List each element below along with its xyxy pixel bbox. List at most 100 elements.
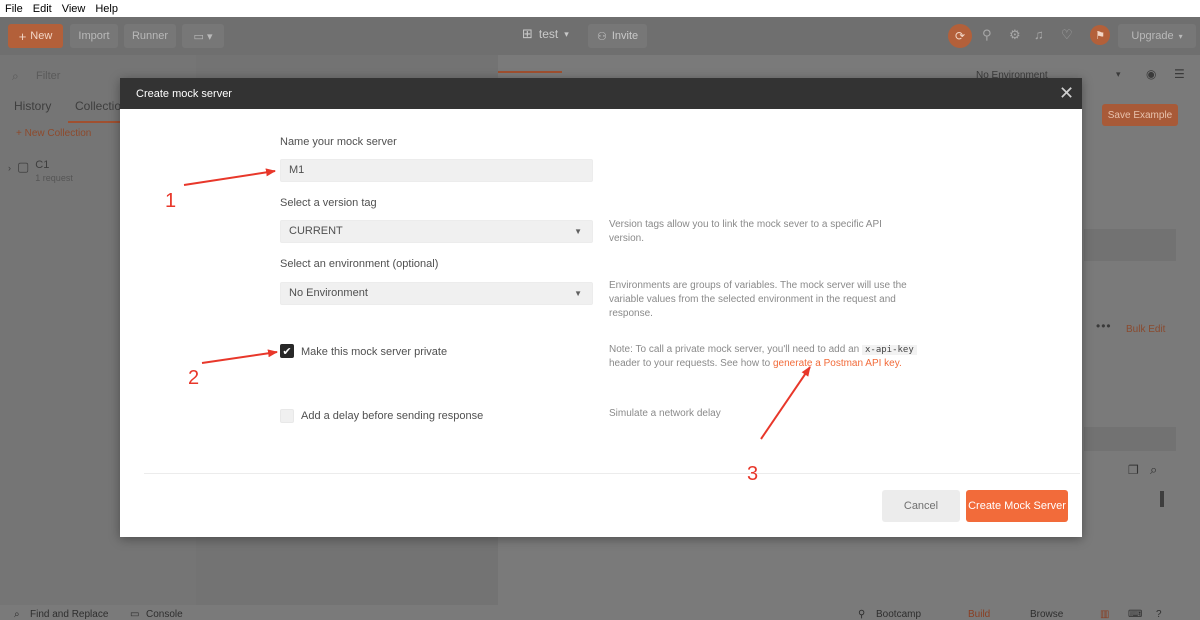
folder-icon: ▢ xyxy=(17,159,30,174)
upgrade-button[interactable]: Upgrade ▾ xyxy=(1118,24,1196,48)
scrollbar[interactable] xyxy=(1160,491,1164,507)
create-mock-server-dialog: Create mock server ✕ Name your mock serv… xyxy=(120,78,1082,537)
console-link[interactable]: Console xyxy=(146,609,183,620)
menu-file[interactable]: File xyxy=(5,3,23,15)
dialog-title: Create mock server xyxy=(136,88,232,100)
sync-icon[interactable]: ⟳ xyxy=(948,24,972,48)
eye-icon[interactable]: ◉ xyxy=(1146,67,1156,81)
save-example-label: Save Example xyxy=(1107,109,1173,121)
chevron-right-icon: › xyxy=(8,163,11,173)
delay-help: Simulate a network delay xyxy=(609,408,721,419)
mock-server-name-value: M1 xyxy=(289,164,305,176)
bootcamp-link[interactable]: Bootcamp xyxy=(876,609,921,620)
more-options-icon[interactable]: ••• xyxy=(1096,319,1112,333)
create-mock-server-button[interactable]: Create Mock Server xyxy=(966,490,1068,522)
browse-tab[interactable]: Browse xyxy=(1030,609,1063,620)
dialog-header: Create mock server ✕ xyxy=(120,78,1082,109)
new-button[interactable]: + New xyxy=(8,24,63,48)
version-tag-value: CURRENT xyxy=(289,225,343,237)
bulk-edit-link[interactable]: Bulk Edit xyxy=(1126,324,1165,335)
private-help-pre: Note: To call a private mock server, you… xyxy=(609,344,860,355)
new-window-button[interactable]: ▭ ▾ xyxy=(182,24,224,48)
private-help: Note: To call a private mock server, you… xyxy=(609,343,929,371)
response-header xyxy=(1084,427,1176,451)
create-mock-server-label: Create Mock Server xyxy=(968,500,1066,512)
menu-edit[interactable]: Edit xyxy=(33,3,52,15)
tab-collections[interactable]: Collectio xyxy=(75,99,121,113)
menu-view[interactable]: View xyxy=(62,3,86,15)
two-pane-icon[interactable]: ▥ xyxy=(1100,609,1109,620)
active-request-tab xyxy=(498,71,562,73)
save-example-button[interactable]: Save Example xyxy=(1102,104,1178,126)
bell-icon[interactable]: ♫ xyxy=(1034,27,1044,42)
upgrade-button-label: Upgrade xyxy=(1131,30,1174,42)
status-bar: ⌕ Find and Replace ▭ Console ⚲ Bootcamp … xyxy=(0,605,1200,620)
invite-button[interactable]: ⚇ Invite xyxy=(588,24,648,48)
avatar[interactable]: ⚑ xyxy=(1090,25,1110,45)
annotation-number-1: 1 xyxy=(165,190,177,212)
cancel-button[interactable]: Cancel xyxy=(882,490,960,522)
new-collection-link[interactable]: + New Collection xyxy=(16,128,91,139)
delay-checkbox[interactable] xyxy=(280,409,294,423)
tab-history[interactable]: History xyxy=(14,99,51,113)
version-tag-help: Version tags allow you to link the mock … xyxy=(609,219,882,244)
find-replace-link[interactable]: Find and Replace xyxy=(30,609,108,620)
version-tag-select[interactable]: CURRENT ▼ xyxy=(280,220,593,243)
environment-help: Environments are groups of variables. Th… xyxy=(609,280,907,319)
generate-api-key-link[interactable]: generate a Postman API key. xyxy=(773,358,902,369)
menu-bar: File Edit View Help xyxy=(0,0,1200,17)
plus-icon: + xyxy=(18,28,27,44)
app-header: + New Import Runner ▭ ▾ ⊞ test ▾ ⚇ Invit… xyxy=(0,17,1200,55)
mock-server-name-input[interactable]: M1 xyxy=(280,159,593,182)
footer-divider xyxy=(144,473,1080,474)
version-tag-label: Select a version tag xyxy=(280,197,377,209)
bootcamp-icon[interactable]: ⚲ xyxy=(858,609,865,620)
help-icon[interactable]: ? xyxy=(1156,609,1162,620)
environment-select-value: No Environment xyxy=(289,287,368,299)
copy-icon[interactable]: ❐ xyxy=(1128,463,1139,477)
console-icon[interactable]: ▭ xyxy=(130,609,139,620)
cancel-button-label: Cancel xyxy=(903,500,939,512)
workspace-name: test xyxy=(538,27,559,41)
chevron-down-icon: ▾ xyxy=(1178,31,1183,41)
gear-icon[interactable]: ⚙ xyxy=(1009,27,1021,43)
delay-label: Add a delay before sending response xyxy=(301,410,484,422)
new-button-label: New xyxy=(30,30,53,42)
collection-name: C1 xyxy=(35,159,50,171)
annotation-number-2: 2 xyxy=(188,367,200,389)
caret-down-icon: ▼ xyxy=(574,289,582,298)
chevron-down-icon: ▾ xyxy=(564,28,569,39)
environment-label: Select an environment (optional) xyxy=(280,258,439,270)
satellite-icon[interactable]: ⚲ xyxy=(982,27,992,43)
name-label: Name your mock server xyxy=(280,136,397,148)
settings-sliders-icon[interactable]: ☰ xyxy=(1174,67,1185,81)
private-help-mid: header to your requests. See how to xyxy=(609,358,771,369)
window-icon: ▭ ▾ xyxy=(193,30,213,43)
private-checkbox[interactable]: ✔ xyxy=(280,344,294,358)
caret-down-icon: ▼ xyxy=(574,227,582,236)
search-icon[interactable]: ⌕ xyxy=(1150,462,1157,478)
active-tab-indicator xyxy=(68,121,128,123)
close-icon[interactable]: ✕ xyxy=(1059,83,1074,104)
check-icon: ✔ xyxy=(282,345,292,358)
workspace-switcher[interactable]: ⊞ test ▾ xyxy=(522,26,569,42)
runner-button-label: Runner xyxy=(131,30,169,42)
collection-item[interactable]: › ▢ C1 1 request xyxy=(8,159,73,183)
collection-count: 1 request xyxy=(35,173,73,183)
annotation-number-3: 3 xyxy=(747,463,759,485)
import-button-label: Import xyxy=(78,30,110,42)
api-key-code: x-api-key xyxy=(861,345,917,355)
grid-icon: ⊞ xyxy=(522,26,533,41)
private-label: Make this mock server private xyxy=(301,346,448,358)
heart-icon[interactable]: ♡ xyxy=(1061,27,1073,43)
import-button[interactable]: Import xyxy=(70,24,118,48)
menu-help[interactable]: Help xyxy=(95,3,118,15)
params-header xyxy=(1084,229,1176,261)
invite-button-label: Invite xyxy=(611,30,639,42)
keyboard-icon[interactable]: ⌨ xyxy=(1128,609,1142,620)
environment-select-field[interactable]: No Environment ▼ xyxy=(280,282,593,305)
find-replace-icon[interactable]: ⌕ xyxy=(14,609,20,620)
build-tab[interactable]: Build xyxy=(968,609,990,620)
runner-button[interactable]: Runner xyxy=(124,24,176,48)
user-plus-icon: ⚇ xyxy=(597,30,607,43)
